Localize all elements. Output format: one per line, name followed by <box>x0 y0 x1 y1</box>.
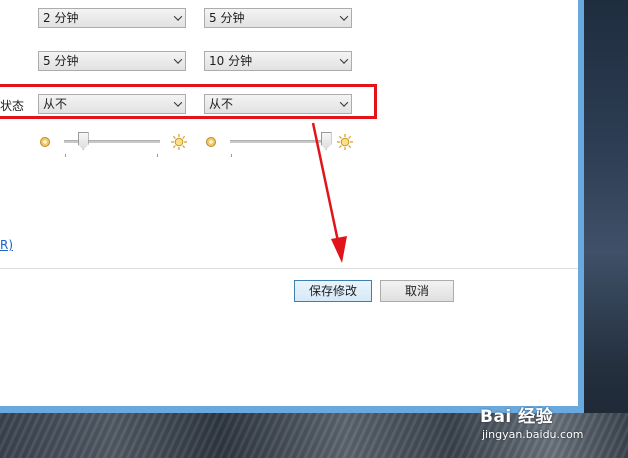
chevron-down-icon <box>339 12 349 21</box>
highlight-annotation-box <box>0 84 377 119</box>
annotation-arrow-icon <box>311 122 347 263</box>
dim-brightness-icon <box>206 137 216 147</box>
cancel-button[interactable]: 取消 <box>380 280 454 302</box>
dim-brightness-icon <box>40 137 50 147</box>
dropdown-row2-on-battery[interactable]: 5 分钟 <box>38 51 186 71</box>
desktop-background-right <box>584 0 628 458</box>
chevron-down-icon <box>173 55 183 64</box>
baidu-jingyan-watermark: Bai 经验 jingyan.baidu.com <box>480 402 620 448</box>
power-plan-settings-panel: 2 分钟 5 分钟 5 分钟 10 分钟 状态: 从不 从不 <box>0 0 578 406</box>
watermark-url: jingyan.baidu.com <box>482 428 584 441</box>
save-changes-button[interactable]: 保存修改 <box>294 280 372 302</box>
footer-divider <box>0 268 578 269</box>
slider-tick <box>231 154 232 157</box>
dropdown-row1-on-battery[interactable]: 2 分钟 <box>38 8 186 28</box>
window-frame: 2 分钟 5 分钟 5 分钟 10 分钟 状态: 从不 从不 <box>0 0 584 413</box>
watermark-brand: Bai 经验 <box>480 407 554 427</box>
dropdown-value: 10 分钟 <box>209 54 253 68</box>
dropdown-row2-plugged-in[interactable]: 10 分钟 <box>204 51 352 71</box>
dropdown-row1-plugged-in[interactable]: 5 分钟 <box>204 8 352 28</box>
restore-defaults-link[interactable]: R) <box>0 238 13 252</box>
dropdown-value: 5 分钟 <box>43 54 79 68</box>
slider-tick <box>157 154 158 157</box>
bright-brightness-icon <box>171 134 187 150</box>
dropdown-value: 5 分钟 <box>209 11 245 25</box>
brightness-slider-thumb-on-battery[interactable] <box>77 132 89 150</box>
dropdown-value: 2 分钟 <box>43 11 79 25</box>
chevron-down-icon <box>339 55 349 64</box>
chevron-down-icon <box>173 12 183 21</box>
slider-tick <box>65 154 66 157</box>
